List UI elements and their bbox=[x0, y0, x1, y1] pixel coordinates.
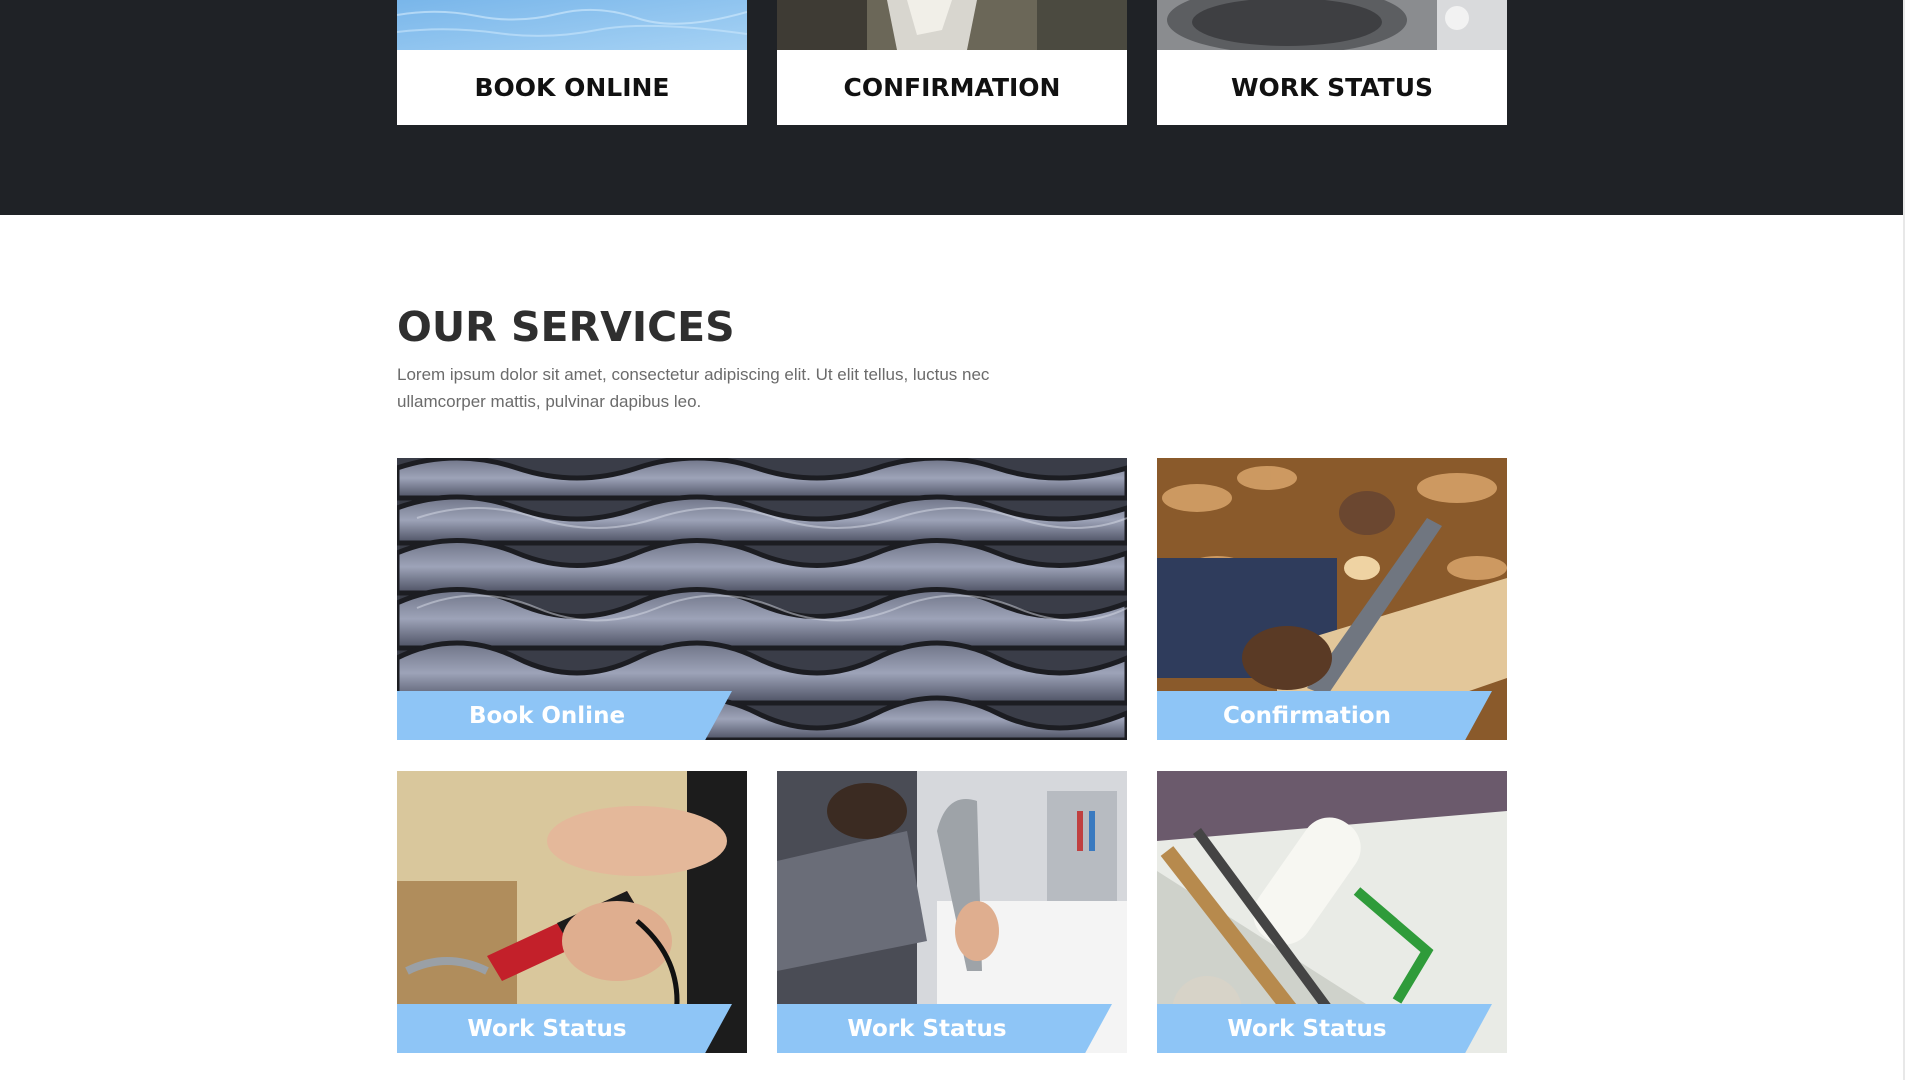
service-tile-work-status-2[interactable]: Work Status bbox=[777, 771, 1127, 1053]
tile-label: Work Status bbox=[467, 1015, 627, 1042]
tile-label: Work Status bbox=[847, 1015, 1007, 1042]
kitchen-sink-image bbox=[1157, 0, 1507, 50]
top-card-confirmation[interactable]: CONFIRMATION bbox=[777, 0, 1127, 125]
service-tile-work-status-3[interactable]: Work Status bbox=[1157, 771, 1507, 1053]
pool-water-image bbox=[397, 0, 747, 50]
top-card-book-online[interactable]: BOOK ONLINE bbox=[397, 0, 747, 125]
tile-label: Work Status bbox=[1227, 1015, 1387, 1042]
top-card-label: CONFIRMATION bbox=[843, 73, 1061, 102]
service-tile-confirmation[interactable]: Confirmation bbox=[1157, 458, 1507, 740]
service-tile-work-status-1[interactable]: Work Status bbox=[397, 771, 747, 1053]
tile-label: Book Online bbox=[468, 702, 626, 729]
service-tile-book-online[interactable]: Book Online bbox=[397, 458, 1127, 740]
worker-protective-suit-image bbox=[777, 0, 1127, 50]
top-card-work-status[interactable]: WORK STATUS bbox=[1157, 0, 1507, 125]
tile-label: Confirmation bbox=[1223, 702, 1391, 729]
top-card-label: BOOK ONLINE bbox=[474, 73, 670, 102]
top-card-label: WORK STATUS bbox=[1230, 73, 1434, 102]
services-title: OUR SERVICES bbox=[397, 303, 735, 351]
services-description: Lorem ipsum dolor sit amet, consectetur … bbox=[397, 365, 990, 411]
